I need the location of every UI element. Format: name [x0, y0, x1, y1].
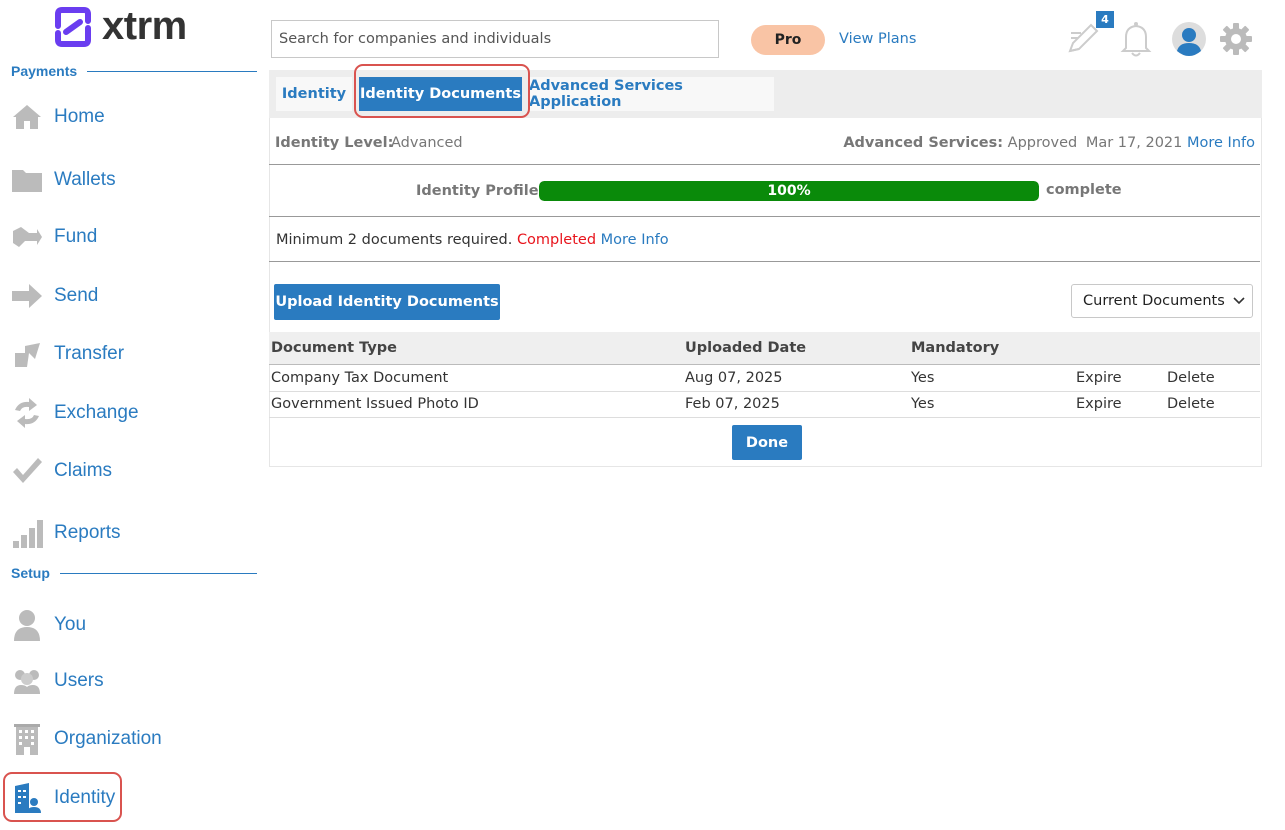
document-type-cell: Government Issued Photo ID — [271, 396, 479, 412]
bar-chart-icon — [10, 516, 44, 550]
column-header-uploaded-date[interactable]: Uploaded Date — [685, 340, 806, 356]
advanced-services-status: Advanced Services: Approved Mar 17, 2021… — [843, 135, 1255, 151]
checkmark-icon — [10, 454, 44, 488]
sidebar-item-label: Wallets — [54, 169, 116, 190]
sidebar-item-exchange[interactable]: Exchange — [10, 393, 139, 433]
sidebar: xtrm Payments Home Wallets Fund Send Tra… — [0, 0, 262, 830]
sidebar-highlight-outline — [3, 772, 122, 822]
tab-identity[interactable]: Identity — [276, 77, 352, 111]
setup-heading: Setup — [11, 565, 257, 581]
setup-heading-label: Setup — [11, 565, 50, 581]
sidebar-item-label: Claims — [54, 460, 113, 481]
plan-badge[interactable]: Pro — [751, 25, 825, 55]
expire-link[interactable]: Expire — [1076, 370, 1122, 386]
divider — [269, 164, 1260, 165]
sidebar-item-label: Home — [54, 106, 105, 127]
requirement-status: Completed — [516, 232, 597, 248]
send-arrow-icon — [10, 279, 44, 313]
document-type-cell: Company Tax Document — [271, 370, 449, 386]
payments-divider — [87, 70, 258, 72]
users-icon — [10, 664, 44, 698]
payments-heading: Payments — [11, 63, 258, 79]
notes-count-badge: 4 — [1096, 11, 1114, 28]
progress-complete-label: complete — [1046, 182, 1122, 198]
xtrm-logo-mark-icon — [55, 6, 91, 47]
row-divider — [269, 417, 1260, 418]
column-header-document-type[interactable]: Document Type — [271, 340, 397, 356]
requirement-text: Minimum 2 documents required. — [276, 232, 513, 248]
delete-link[interactable]: Delete — [1167, 396, 1215, 412]
xtrm-logo[interactable]: xtrm — [50, 4, 187, 49]
divider — [269, 216, 1260, 217]
sidebar-item-label: You — [54, 614, 87, 635]
upload-identity-documents-button[interactable]: Upload Identity Documents — [274, 284, 500, 320]
column-header-mandatory[interactable]: Mandatory — [911, 340, 999, 356]
transfer-icon — [10, 337, 44, 371]
sidebar-item-transfer[interactable]: Transfer — [10, 334, 124, 374]
sidebar-item-reports[interactable]: Reports — [10, 513, 121, 553]
sidebar-item-label: Users — [54, 670, 104, 691]
mandatory-cell: Yes — [911, 396, 935, 412]
sidebar-item-label: Reports — [54, 522, 121, 543]
sidebar-item-fund[interactable]: Fund — [10, 217, 97, 257]
sidebar-item-organization[interactable]: Organization — [10, 719, 162, 759]
row-divider — [269, 391, 1260, 392]
sidebar-item-you[interactable]: You — [10, 605, 86, 645]
identity-profile-label: Identity Profile — [416, 183, 539, 199]
expire-link[interactable]: Expire — [1076, 396, 1122, 412]
folder-icon — [10, 163, 44, 197]
documents-filter-value: Current Documents — [1083, 293, 1225, 309]
sidebar-item-home[interactable]: Home — [10, 97, 105, 137]
identity-level-label: Identity Level: — [275, 135, 394, 151]
tab-highlight-outline — [354, 64, 530, 118]
sidebar-item-label: Fund — [54, 226, 98, 247]
identity-level-value: Advanced — [391, 135, 463, 151]
person-icon — [10, 608, 44, 642]
home-icon — [10, 100, 44, 134]
search-input[interactable] — [271, 20, 719, 58]
identity-profile-progress-bar: 100% — [539, 181, 1039, 201]
advanced-services-label: Advanced Services: — [843, 135, 1004, 151]
done-button[interactable]: Done — [732, 425, 802, 460]
sidebar-item-label: Send — [54, 285, 99, 306]
advanced-services-date: Mar 17, 2021 — [1085, 135, 1183, 151]
requirement-more-info-link[interactable]: More Info — [601, 232, 669, 248]
chevron-down-icon — [1233, 297, 1245, 305]
sidebar-item-label: Organization — [54, 728, 162, 749]
advanced-services-more-info-link[interactable]: More Info — [1187, 135, 1255, 151]
sidebar-item-wallets[interactable]: Wallets — [10, 160, 116, 200]
exchange-icon — [10, 396, 44, 430]
uploaded-date-cell: Aug 07, 2025 — [685, 370, 783, 386]
mandatory-cell: Yes — [911, 370, 935, 386]
sidebar-item-users[interactable]: Users — [10, 661, 104, 701]
building-icon — [10, 722, 44, 756]
bell-icon[interactable] — [1118, 20, 1154, 58]
sidebar-item-label: Transfer — [54, 343, 125, 364]
profile-avatar-icon[interactable] — [1170, 20, 1208, 58]
tab-advanced-services-application[interactable]: Advanced Services Application — [529, 77, 774, 111]
document-requirement-row: Minimum 2 documents required. Completed … — [276, 232, 669, 248]
view-plans-link[interactable]: View Plans — [839, 31, 916, 47]
documents-filter-select[interactable]: Current Documents — [1071, 284, 1253, 318]
payments-heading-label: Payments — [11, 63, 78, 79]
fund-icon — [10, 220, 44, 254]
sidebar-item-send[interactable]: Send — [10, 276, 98, 316]
divider — [269, 261, 1260, 262]
advanced-services-value: Approved — [1007, 135, 1078, 151]
uploaded-date-cell: Feb 07, 2025 — [685, 396, 780, 412]
logo-text: xtrm — [102, 4, 187, 48]
progress-fill: 100% — [539, 181, 1039, 201]
setup-divider — [59, 572, 257, 574]
sidebar-item-claims[interactable]: Claims — [10, 451, 112, 491]
sidebar-item-label: Exchange — [54, 402, 139, 423]
delete-link[interactable]: Delete — [1167, 370, 1215, 386]
gear-icon[interactable] — [1218, 21, 1254, 57]
